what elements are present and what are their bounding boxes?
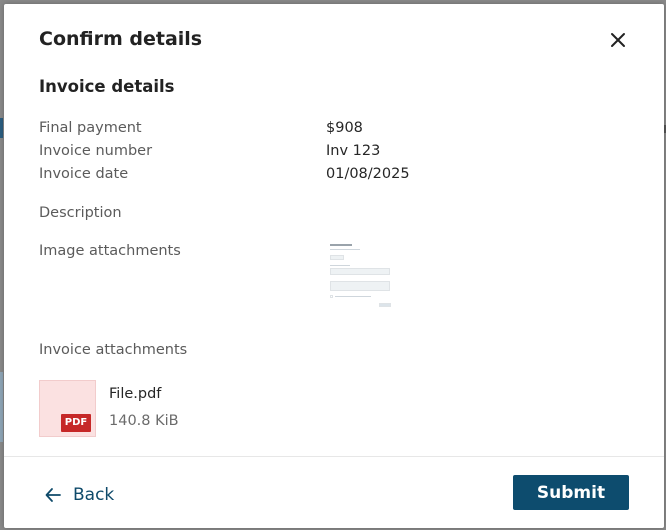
image-attachment-thumbnail[interactable]: [326, 240, 396, 310]
invoice-attachments-label: Invoice attachments: [39, 342, 188, 358]
arrow-left-icon: [45, 488, 61, 502]
back-button[interactable]: Back: [44, 479, 114, 511]
image-attachments-label: Image attachments: [39, 243, 181, 259]
background-fragment: [0, 118, 3, 138]
final-payment-value: $908: [326, 120, 363, 136]
pdf-file-tile[interactable]: PDF: [39, 380, 96, 437]
close-icon: [611, 33, 625, 47]
description-label: Description: [39, 205, 122, 221]
invoice-date-value: 01/08/2025: [326, 166, 410, 182]
close-button[interactable]: [607, 29, 629, 51]
invoice-number-label: Invoice number: [39, 143, 153, 159]
invoice-date-label: Invoice date: [39, 166, 129, 182]
confirm-details-dialog: Confirm details Invoice details Final pa…: [4, 4, 664, 528]
dialog-title: Confirm details: [39, 28, 203, 50]
attachment-file-name: File.pdf: [109, 386, 162, 402]
submit-button[interactable]: Submit: [513, 475, 629, 510]
back-button-label: Back: [73, 485, 115, 505]
invoice-number-value: Inv 123: [326, 143, 381, 159]
invoice-details-heading: Invoice details: [39, 77, 175, 96]
background-fragment: [0, 372, 3, 442]
footer-divider: [4, 456, 664, 457]
pdf-icon: PDF: [61, 414, 91, 432]
attachment-file-size: 140.8 KiB: [109, 413, 179, 429]
final-payment-label: Final payment: [39, 120, 142, 136]
